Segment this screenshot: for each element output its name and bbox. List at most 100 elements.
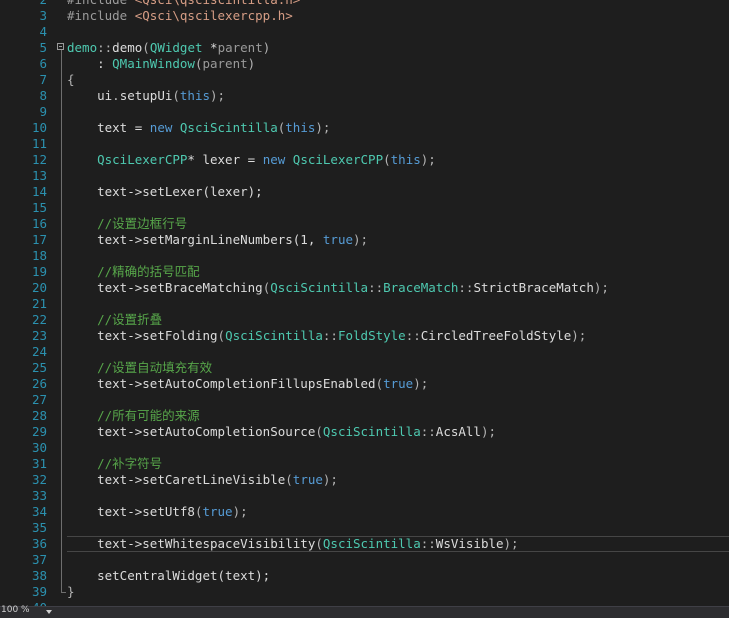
- code-token: setCentralWidget: [67, 568, 218, 583]
- collapse-icon[interactable]: [57, 43, 64, 50]
- code-text: //设置自动填充有效: [67, 360, 212, 376]
- fold-margin: [55, 328, 67, 344]
- code-token: QsciScintilla: [225, 328, 323, 343]
- code-line[interactable]: 27: [0, 392, 729, 408]
- code-text: text->setFolding(QsciScintilla::FoldStyl…: [67, 328, 586, 344]
- code-line[interactable]: 10 text = new QsciScintilla(this);: [0, 120, 729, 136]
- line-number: 39: [31, 584, 47, 599]
- code-line[interactable]: 33: [0, 488, 729, 504]
- zoom-dropdown-icon[interactable]: [46, 610, 52, 614]
- fold-margin: [55, 312, 67, 328]
- code-token: text =: [67, 120, 150, 135]
- code-token: setupUi: [119, 88, 173, 103]
- fold-guide-line: [61, 360, 62, 376]
- code-line[interactable]: 16 //设置边框行号: [0, 216, 729, 232]
- code-line[interactable]: 22 //设置折叠: [0, 312, 729, 328]
- code-token: );: [210, 88, 226, 103]
- code-token: (: [217, 328, 226, 343]
- line-number: 11: [31, 136, 47, 151]
- code-line[interactable]: 3 #include <Qsci\qscilexercpp.h>: [0, 8, 729, 24]
- code-line[interactable]: 31 //补字符号: [0, 456, 729, 472]
- code-token: <Qsci\qscilexercpp.h>: [134, 8, 293, 23]
- code-line[interactable]: 2 #include <Qsci\qsciscintilla.h>: [0, 0, 729, 8]
- code-token: text->: [67, 328, 143, 343]
- code-line[interactable]: 32 text->setCaretLineVisible(true);: [0, 472, 729, 488]
- code-line[interactable]: 36 text->setWhitespaceVisibility(QsciSci…: [0, 536, 729, 552]
- code-text: text->setCaretLineVisible(true);: [67, 472, 338, 488]
- code-line[interactable]: 8 ui.setupUi(this);: [0, 88, 729, 104]
- code-token: setLexer: [142, 184, 203, 199]
- code-token: this: [285, 120, 316, 135]
- code-text: //补字符号: [67, 456, 162, 472]
- fold-margin: [55, 392, 67, 408]
- code-line[interactable]: 13: [0, 168, 729, 184]
- fold-guide-line: [61, 136, 62, 152]
- line-number: 37: [31, 552, 47, 567]
- code-token: (: [383, 152, 391, 167]
- code-line[interactable]: 23 text->setFolding(QsciScintilla::FoldS…: [0, 328, 729, 344]
- code-text: QsciLexerCPP* lexer = new QsciLexerCPP(t…: [67, 152, 436, 168]
- fold-margin: [55, 360, 67, 376]
- code-line[interactable]: 39}: [0, 584, 729, 600]
- code-token: setAutoCompletionFillupsEnabled: [142, 376, 376, 391]
- line-number: 16: [31, 216, 47, 231]
- code-line[interactable]: 11: [0, 136, 729, 152]
- code-line[interactable]: 19 //精确的括号匹配: [0, 264, 729, 280]
- code-token: );: [503, 536, 519, 551]
- code-line[interactable]: 4: [0, 24, 729, 40]
- code-token: //设置边框行号: [67, 216, 188, 231]
- code-token: FoldStyle: [337, 328, 406, 343]
- fold-guide-line: [61, 264, 62, 280]
- fold-guide-line: [61, 344, 62, 360]
- code-line[interactable]: 24: [0, 344, 729, 360]
- code-line[interactable]: 6 : QMainWindow(parent): [0, 56, 729, 72]
- code-line[interactable]: 12 QsciLexerCPP* lexer = new QsciLexerCP…: [0, 152, 729, 168]
- code-line[interactable]: 28 //所有可能的来源: [0, 408, 729, 424]
- code-line[interactable]: 26 text->setAutoCompletionFillupsEnabled…: [0, 376, 729, 392]
- code-line[interactable]: 7{: [0, 72, 729, 88]
- code-token: QsciScintilla: [322, 536, 421, 551]
- fold-guide-line: [61, 232, 62, 248]
- fold-margin: [55, 488, 67, 504]
- code-line[interactable]: 5 demo::demo(QWidget *parent): [0, 40, 729, 56]
- code-token: ::: [420, 536, 436, 551]
- code-line[interactable]: 34 text->setUtf8(true);: [0, 504, 729, 520]
- code-token: QsciScintilla: [270, 280, 369, 295]
- code-line[interactable]: 18: [0, 248, 729, 264]
- fold-guide-line: [61, 72, 62, 88]
- code-token: (: [375, 376, 384, 391]
- line-number: 35: [31, 520, 47, 535]
- code-line[interactable]: 15: [0, 200, 729, 216]
- code-line[interactable]: 9: [0, 104, 729, 120]
- code-token: true: [322, 232, 353, 247]
- fold-guide-line: [61, 296, 62, 312]
- code-line[interactable]: 14 text->setLexer(lexer);: [0, 184, 729, 200]
- fold-margin: [55, 152, 67, 168]
- code-token: text->: [67, 184, 143, 199]
- fold-margin: [55, 504, 67, 520]
- fold-margin: [55, 344, 67, 360]
- code-line[interactable]: 21: [0, 296, 729, 312]
- fold-margin: [55, 440, 67, 456]
- code-editor[interactable]: 2 #include <Qsci\qsciscintilla.h> 3 #includ…: [0, 0, 729, 606]
- code-line[interactable]: 20 text->setBraceMatching(QsciScintilla:…: [0, 280, 729, 296]
- line-number: 21: [31, 296, 47, 311]
- code-line[interactable]: 30: [0, 440, 729, 456]
- code-token: this: [179, 88, 211, 103]
- code-token: WsVisible: [435, 536, 504, 551]
- code-line[interactable]: 29 text->setAutoCompletionSource(QsciSci…: [0, 424, 729, 440]
- zoom-level[interactable]: 100 %: [0, 605, 30, 615]
- code-line[interactable]: 37: [0, 552, 729, 568]
- fold-guide-line: [61, 536, 62, 552]
- code-token: ): [247, 56, 256, 71]
- code-line[interactable]: 35: [0, 520, 729, 536]
- code-line[interactable]: 38 setCentralWidget(text);: [0, 568, 729, 584]
- fold-margin: [55, 168, 67, 184]
- code-token: demo: [67, 40, 98, 55]
- code-token: );: [420, 152, 436, 167]
- code-token: text->: [67, 232, 143, 247]
- code-line[interactable]: 25 //设置自动填充有效: [0, 360, 729, 376]
- code-token: (: [142, 40, 150, 55]
- code-line[interactable]: 17 text->setMarginLineNumbers(1, true);: [0, 232, 729, 248]
